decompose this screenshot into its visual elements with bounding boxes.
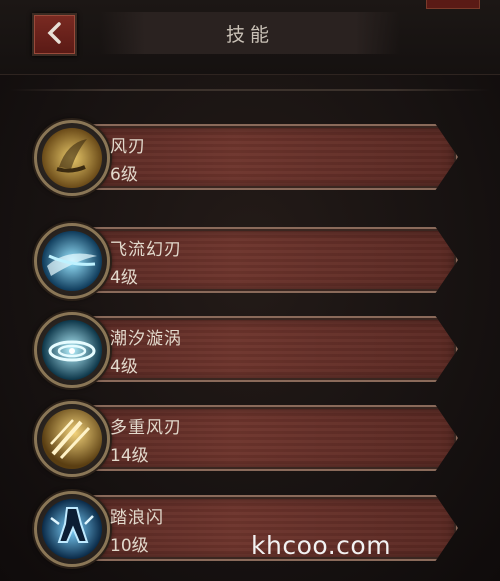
header-ornament	[426, 0, 480, 9]
skill-item[interactable]: 多重风刃 14级	[34, 399, 460, 479]
skill-item[interactable]: 风刃 6级	[34, 118, 460, 198]
skill-name: 踏浪闪	[110, 508, 164, 528]
back-button[interactable]	[32, 13, 77, 56]
title-bar: 技能	[100, 12, 400, 54]
skill-item[interactable]: 踏浪闪 10级	[34, 489, 460, 569]
wave-step-icon	[34, 491, 110, 567]
skill-item[interactable]: 潮汐漩涡 4级	[34, 310, 460, 390]
watermark: khcoo.com	[251, 531, 392, 560]
skill-name: 飞流幻刃	[110, 240, 182, 260]
wind-blade-icon	[34, 120, 110, 196]
skill-name: 多重风刃	[110, 418, 182, 438]
skill-item[interactable]: 飞流幻刃 4级	[34, 221, 460, 301]
skill-level: 4级	[110, 268, 138, 288]
divider	[10, 89, 490, 91]
skill-level: 6级	[110, 165, 138, 185]
flowing-blade-icon	[34, 223, 110, 299]
skill-level: 14级	[110, 446, 149, 466]
page-title: 技能	[225, 23, 274, 46]
skills-page: 技能 风刃 6级 飞流幻刃 4级 潮汐漩涡 4级 多重风刃 14级 踏浪闪 10…	[0, 0, 500, 581]
skill-level: 4级	[110, 357, 138, 377]
skill-name: 风刃	[110, 137, 146, 157]
multi-wind-blade-icon	[34, 401, 110, 477]
header: 技能	[0, 0, 500, 75]
chevron-left-icon	[45, 21, 65, 49]
skill-level: 10级	[110, 536, 149, 556]
tidal-vortex-icon	[34, 312, 110, 388]
skill-name: 潮汐漩涡	[110, 329, 182, 349]
